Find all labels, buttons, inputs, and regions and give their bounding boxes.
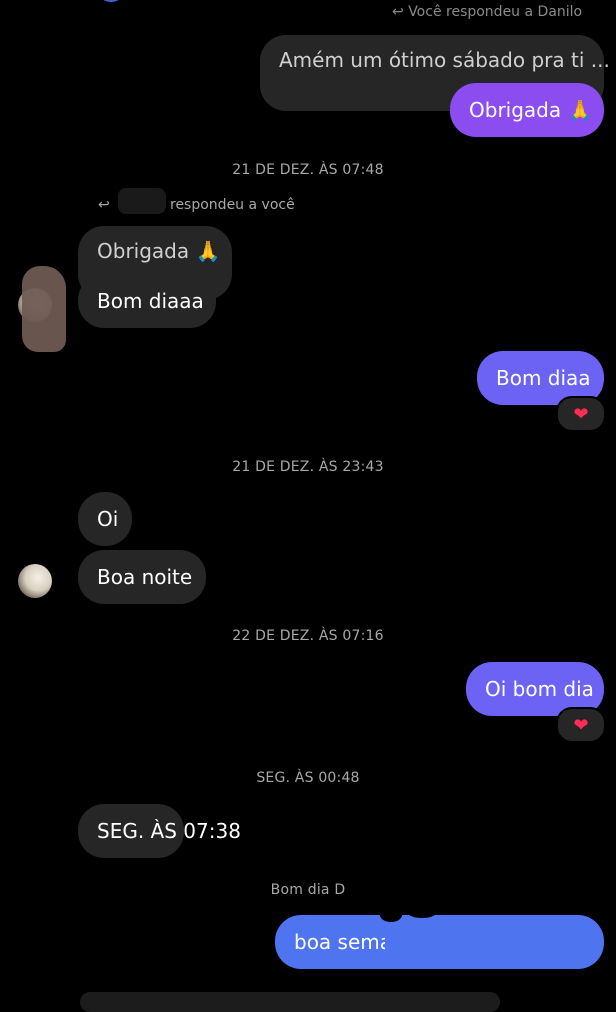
heart-reaction-icon[interactable]: ❤ <box>556 396 606 432</box>
message-bubble-incoming[interactable]: Boa noite <box>78 550 206 604</box>
avatar[interactable] <box>18 564 52 598</box>
sticker-overlay <box>22 266 66 352</box>
timestamp: SEG. ÀS 00:48 <box>256 770 360 786</box>
top-reply-note: ↩ Você respondeu a Danilo <box>392 4 583 20</box>
message-bubble-incoming[interactable]: Oi <box>78 492 132 546</box>
message-bubble-outgoing[interactable]: boa semana!!! <box>275 915 604 969</box>
message-bubble-outgoing[interactable]: Obrigada 🙏 <box>450 83 604 137</box>
reply-arrow-icon: ↩ <box>98 197 110 213</box>
timestamp: 21 DE DEZ. ÀS 23:43 <box>232 459 384 475</box>
redacted-name <box>118 188 166 214</box>
message-bubble-incoming[interactable]: Bom diaaa <box>78 274 216 328</box>
timestamp: 21 DE DEZ. ÀS 07:48 <box>232 162 384 178</box>
reply-note: ↩ <box>98 197 110 213</box>
reply-note-text: respondeu a você <box>170 197 295 213</box>
avatar[interactable] <box>96 0 126 2</box>
redaction-mark <box>380 908 402 922</box>
reply-arrow-icon: ↩ <box>392 4 404 20</box>
timestamp: Bom dia D <box>270 882 346 898</box>
redacted-name <box>385 915 453 969</box>
message-bubble-incoming[interactable] <box>80 992 500 1012</box>
timestamp: 22 DE DEZ. ÀS 07:16 <box>232 628 384 644</box>
redaction-mark <box>408 908 436 918</box>
message-bubble-incoming[interactable]: SEG. ÀS 07:38 <box>78 804 241 858</box>
heart-reaction-icon[interactable]: ❤ <box>556 707 606 743</box>
